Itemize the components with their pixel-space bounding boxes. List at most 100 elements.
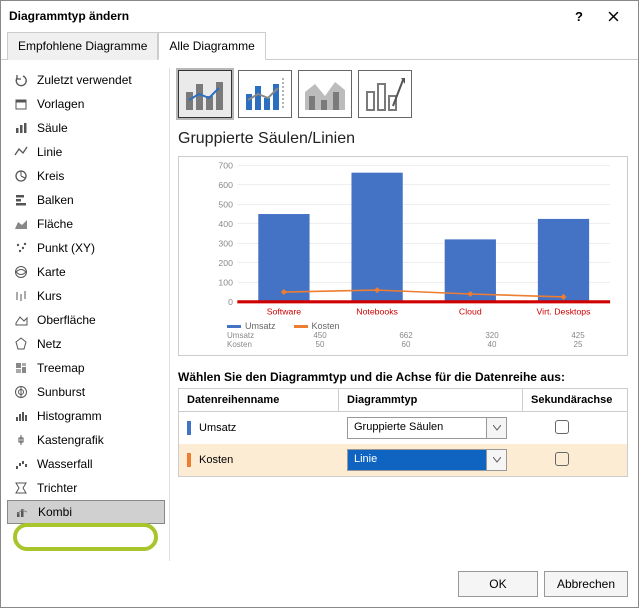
sidebar-item-label: Fläche <box>37 217 73 231</box>
chart-preview: 0100200300400500600700SoftwareNotebooksC… <box>178 156 628 356</box>
sidebar-item-treemap[interactable]: Treemap <box>7 356 165 380</box>
sidebar-item-label: Zuletzt verwendet <box>37 73 132 87</box>
sidebar-item-s-ule[interactable]: Säule <box>7 116 165 140</box>
sidebar-item-kreis[interactable]: Kreis <box>7 164 165 188</box>
svg-text:0: 0 <box>228 297 233 307</box>
series-name: Umsatz <box>199 422 236 434</box>
chart-type-icon <box>13 288 29 304</box>
chevron-down-icon <box>486 450 506 470</box>
chart-type-icon <box>13 168 29 184</box>
sidebar-item-balken[interactable]: Balken <box>7 188 165 212</box>
chart-type-list: Zuletzt verwendet Vorlagen Säule Linie Kreis… <box>7 68 165 561</box>
sidebar-item-label: Netz <box>37 337 62 351</box>
sidebar-item-histogramm[interactable]: Histogramm <box>7 404 165 428</box>
chart-type-icon <box>14 504 30 520</box>
series-row-kosten: KostenLinie <box>179 444 627 476</box>
chart-type-icon <box>13 312 29 328</box>
svg-text:Software: Software <box>267 307 302 317</box>
sidebar-item-vorlagen[interactable]: Vorlagen <box>7 92 165 116</box>
svg-text:500: 500 <box>218 200 233 210</box>
sidebar-item-label: Treemap <box>37 361 85 375</box>
sidebar-item-label: Histogramm <box>37 409 102 423</box>
sidebar-item-punkt-xy-[interactable]: Punkt (XY) <box>7 236 165 260</box>
sidebar-item-label: Kreis <box>37 169 64 183</box>
sidebar-item-label: Trichter <box>37 481 77 495</box>
tab-strip: Empfohlene Diagramme Alle Diagramme <box>1 31 638 60</box>
main-panel: Gruppierte Säulen/Linien 0 100 200 300 400 50… <box>169 68 628 561</box>
dialog-footer: OK Abbrechen <box>1 561 638 607</box>
series-swatch <box>187 421 191 435</box>
svg-text:Cloud: Cloud <box>459 307 482 317</box>
sidebar-item-label: Karte <box>37 265 66 279</box>
cancel-button[interactable]: Abbrechen <box>544 571 628 597</box>
titlebar: Diagrammtyp ändern ? <box>1 1 638 31</box>
sidebar-item-oberfl-che[interactable]: Oberfläche <box>7 308 165 332</box>
secondary-axis-checkbox[interactable] <box>555 420 569 434</box>
sidebar-item-label: Sunburst <box>37 385 85 399</box>
svg-text:300: 300 <box>218 239 233 249</box>
sidebar-item-fl-che[interactable]: Fläche <box>7 212 165 236</box>
series-row-umsatz: Umsatz Gruppierte Säulen <box>179 412 627 444</box>
col-secondary-axis: Sekundärachse <box>523 389 601 411</box>
chart-type-icon <box>13 264 29 280</box>
sidebar-item-wasserfall[interactable]: Wasserfall <box>7 452 165 476</box>
chart-type-icon <box>13 456 29 472</box>
subtype-heading: Gruppierte Säulen/Linien <box>178 128 628 156</box>
config-prompt: Wählen Sie den Diagrammtyp und die Achse… <box>178 370 628 384</box>
sidebar-item-label: Oberfläche <box>37 313 96 327</box>
chart-type-icon <box>13 120 29 136</box>
secondary-axis-checkbox[interactable] <box>555 452 569 466</box>
chart-type-icon <box>13 336 29 352</box>
chart-type-dropdown[interactable]: Gruppierte Säulen <box>347 417 507 439</box>
ok-button[interactable]: OK <box>458 571 538 597</box>
svg-text:600: 600 <box>218 180 233 190</box>
chart-type-icon <box>13 360 29 376</box>
dialog-title: Diagrammtyp ändern <box>9 9 129 23</box>
chart-type-icon <box>13 432 29 448</box>
svg-text:400: 400 <box>218 219 233 229</box>
chart-type-icon <box>13 480 29 496</box>
sidebar-item-trichter[interactable]: Trichter <box>7 476 165 500</box>
col-chart-type: Diagrammtyp <box>339 389 523 411</box>
sidebar-item-label: Kastengrafik <box>37 433 104 447</box>
sidebar-item-label: Wasserfall <box>37 457 93 471</box>
subtype-row <box>178 68 628 128</box>
chart-type-icon <box>13 384 29 400</box>
sidebar-item-label: Punkt (XY) <box>37 241 95 255</box>
chart-type-icon <box>13 408 29 424</box>
chart-type-icon <box>13 216 29 232</box>
subtype-stacked-area-column[interactable] <box>298 70 352 118</box>
series-config-table: Datenreihenname Diagrammtyp Sekundärachs… <box>178 388 628 477</box>
tab-empfohlene[interactable]: Empfohlene Diagramme <box>7 32 158 60</box>
sidebar-item-kombi[interactable]: Kombi <box>7 500 165 524</box>
close-button[interactable] <box>596 2 630 30</box>
help-button[interactable]: ? <box>562 2 596 30</box>
series-swatch <box>187 453 191 467</box>
svg-text:200: 200 <box>218 258 233 268</box>
chart-type-icon <box>13 240 29 256</box>
chart-type-icon <box>13 96 29 112</box>
subtype-clustered-column-line[interactable] <box>178 70 232 118</box>
col-series-name: Datenreihenname <box>179 389 339 411</box>
sidebar-item-zuletzt-verwendet[interactable]: Zuletzt verwendet <box>7 68 165 92</box>
dialog-change-chart-type: Diagrammtyp ändern ? Empfohlene Diagramm… <box>0 0 639 608</box>
sidebar-item-sunburst[interactable]: Sunburst <box>7 380 165 404</box>
sidebar-item-label: Linie <box>37 145 62 159</box>
subtype-custom-combo[interactable] <box>358 70 412 118</box>
svg-text:Notebooks: Notebooks <box>356 307 398 317</box>
sidebar-item-linie[interactable]: Linie <box>7 140 165 164</box>
subtype-clustered-column-line-secondary[interactable] <box>238 70 292 118</box>
sidebar-item-netz[interactable]: Netz <box>7 332 165 356</box>
chart-type-icon <box>13 72 29 88</box>
sidebar-item-label: Vorlagen <box>37 97 84 111</box>
tab-alle[interactable]: Alle Diagramme <box>158 32 265 60</box>
svg-text:100: 100 <box>218 278 233 288</box>
chart-type-dropdown[interactable]: Linie <box>347 449 507 471</box>
sidebar-item-kurs[interactable]: Kurs <box>7 284 165 308</box>
sidebar-item-karte[interactable]: Karte <box>7 260 165 284</box>
sidebar-item-label: Kombi <box>38 505 72 519</box>
sidebar-item-kastengrafik[interactable]: Kastengrafik <box>7 428 165 452</box>
chevron-down-icon <box>486 418 506 438</box>
sidebar-item-label: Balken <box>37 193 74 207</box>
svg-text:Virt. Desktops: Virt. Desktops <box>536 307 590 317</box>
